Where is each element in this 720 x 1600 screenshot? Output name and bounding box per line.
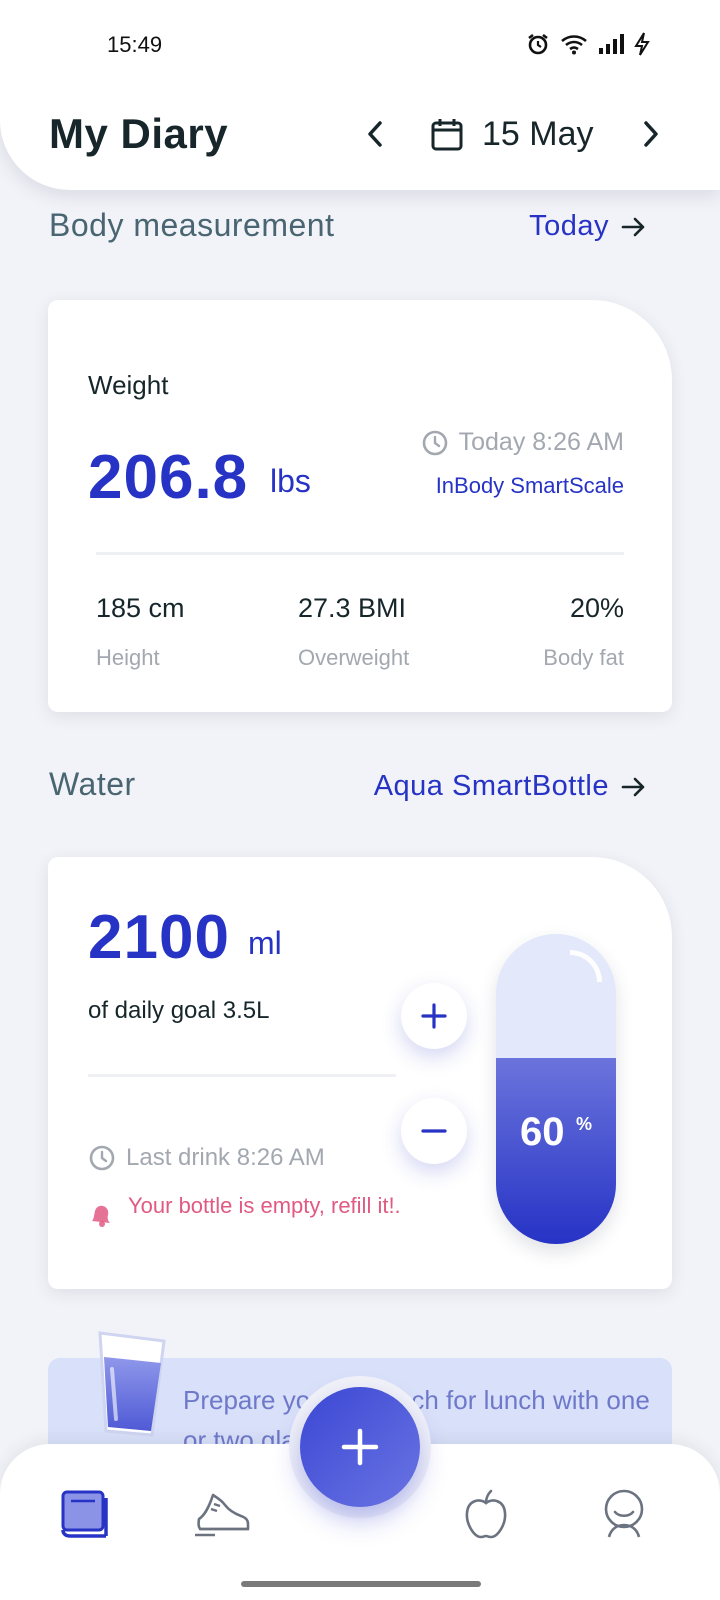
tab-nutrition[interactable] <box>456 1484 516 1544</box>
water-amount: 2100 <box>88 903 230 972</box>
wifi-icon <box>561 35 587 55</box>
battery-charging-icon <box>634 32 650 56</box>
add-water-button[interactable] <box>401 983 467 1049</box>
bmi-label: Overweight <box>298 645 410 670</box>
water-unit: ml <box>248 925 282 961</box>
last-drink: Last drink 8:26 AM <box>88 1144 325 1172</box>
weight-timestamp: Today 8:26 AM <box>421 428 624 457</box>
app-header: 15:49 My Diary 15 May <box>0 0 720 190</box>
weight-timestamp-text: Today 8:26 AM <box>458 428 624 456</box>
next-day-button[interactable] <box>636 116 666 152</box>
calendar-icon[interactable] <box>430 117 464 151</box>
refill-warning: Your bottle is empty, refill it!. <box>88 1189 408 1229</box>
body-fat-value: 20% <box>569 593 624 623</box>
weight-card[interactable]: Weight 206.8 lbs Today 8:26 AM InBody Sm… <box>48 300 672 712</box>
body-measurement-title: Body measurement <box>49 207 335 243</box>
weight-value: 206.8 <box>88 443 249 512</box>
body-measurement-link-label: Today <box>529 210 609 242</box>
arrow-right-icon <box>621 777 645 796</box>
tab-diary[interactable] <box>54 1484 114 1544</box>
card-divider <box>88 1074 396 1077</box>
scale-device-name: InBody SmartScale <box>435 473 624 498</box>
diary-icon <box>61 1490 108 1538</box>
remove-water-button[interactable] <box>401 1098 467 1164</box>
plus-icon <box>421 1003 447 1029</box>
minus-icon <box>421 1129 447 1133</box>
home-indicator[interactable] <box>241 1581 481 1587</box>
water-card[interactable]: 2100 ml of daily goal 3.5L Last drink 8:… <box>48 857 672 1289</box>
profile-icon <box>604 1489 644 1538</box>
height-label: Height <box>96 645 160 670</box>
bmi-value: 27.3 BMI <box>298 593 407 623</box>
body-fat-label: Body fat <box>543 645 624 670</box>
status-icons <box>526 32 650 56</box>
water-device-link-label: Aqua SmartBottle <box>373 770 609 802</box>
weight-unit: lbs <box>270 463 311 499</box>
weight-label: Weight <box>88 370 169 400</box>
refill-warning-text: Your bottle is empty, refill it!. <box>128 1193 401 1218</box>
alarm-icon <box>528 33 548 55</box>
status-time: 15:49 <box>107 32 163 57</box>
water-percent: 60 <box>520 1110 565 1154</box>
tab-activity[interactable] <box>193 1484 253 1544</box>
add-icon <box>341 1428 379 1466</box>
clock-icon <box>422 430 447 455</box>
water-title: Water <box>49 766 136 802</box>
apple-icon <box>465 1489 507 1539</box>
chevron-right-icon <box>644 121 658 147</box>
signal-icon <box>599 34 624 54</box>
page-title: My Diary <box>49 110 229 157</box>
card-divider <box>96 552 624 555</box>
height-value: 185 cm <box>96 593 185 623</box>
bottle-shine <box>570 950 602 982</box>
tab-profile[interactable] <box>594 1484 654 1544</box>
body-measurement-link[interactable]: Today <box>529 210 647 243</box>
add-entry-button[interactable] <box>300 1387 420 1507</box>
previous-day-button[interactable] <box>360 116 390 152</box>
water-glass-icon <box>98 1331 166 1437</box>
current-date[interactable]: 15 May <box>482 115 594 154</box>
water-device-link[interactable]: Aqua SmartBottle <box>374 770 647 803</box>
shoe-icon <box>195 1493 250 1537</box>
water-goal: of daily goal 3.5L <box>88 997 270 1024</box>
bell-icon <box>92 1205 110 1227</box>
water-bottle-gauge: 60 % <box>496 934 616 1244</box>
water-percent-sign: % <box>576 1114 593 1134</box>
arrow-right-icon <box>621 217 645 236</box>
clock-icon <box>89 1145 115 1171</box>
last-drink-text: Last drink 8:26 AM <box>126 1144 325 1171</box>
chevron-left-icon <box>368 121 382 147</box>
